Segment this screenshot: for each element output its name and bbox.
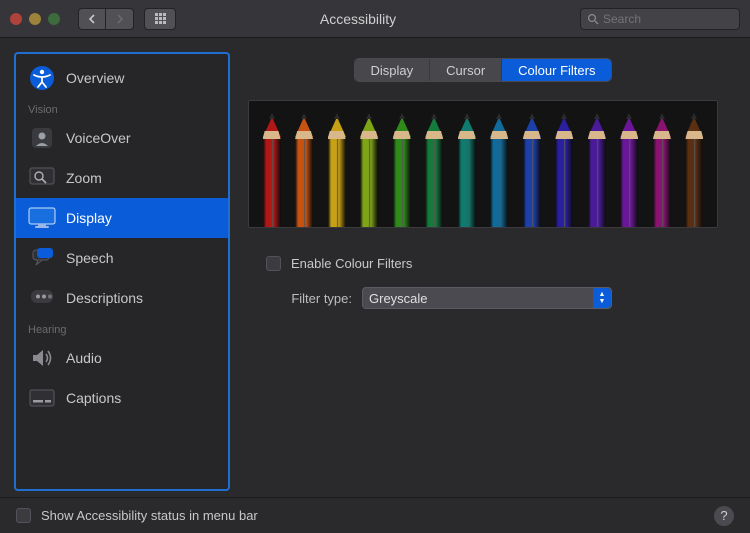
search-input[interactable] bbox=[603, 12, 733, 26]
sidebar-item-label: Display bbox=[66, 210, 112, 226]
sidebar-item-captions[interactable]: Captions bbox=[16, 378, 228, 418]
main-panel: Display Cursor Colour Filters Enable Col… bbox=[248, 52, 736, 491]
pencil bbox=[619, 117, 639, 227]
pencil bbox=[587, 117, 607, 227]
select-stepper-icon: ▲▼ bbox=[593, 288, 611, 308]
sidebar-item-label: Zoom bbox=[66, 170, 102, 186]
filter-type-row: Filter type: Greyscale ▲▼ bbox=[266, 287, 718, 309]
show-status-label: Show Accessibility status in menu bar bbox=[41, 508, 258, 523]
pencil bbox=[359, 117, 379, 227]
enable-row: Enable Colour Filters bbox=[266, 256, 718, 271]
pencil bbox=[684, 117, 704, 227]
sidebar-item-label: Captions bbox=[66, 390, 121, 406]
sidebar-item-label: VoiceOver bbox=[66, 130, 131, 146]
tab-cursor[interactable]: Cursor bbox=[430, 59, 502, 81]
show-status-checkbox[interactable] bbox=[16, 508, 31, 523]
pencil bbox=[554, 117, 574, 227]
minimize-button[interactable] bbox=[29, 13, 41, 25]
accessibility-icon bbox=[28, 64, 56, 92]
sidebar-item-overview[interactable]: Overview bbox=[16, 58, 228, 98]
sidebar-item-label: Audio bbox=[66, 350, 102, 366]
sidebar-item-label: Descriptions bbox=[66, 290, 143, 306]
sidebar: Overview Vision VoiceOver Zoom Displa bbox=[14, 52, 230, 491]
sidebar-item-label: Overview bbox=[66, 70, 124, 86]
filter-type-value: Greyscale bbox=[369, 291, 428, 306]
captions-icon bbox=[28, 384, 56, 412]
back-button[interactable] bbox=[78, 8, 106, 30]
filter-type-label: Filter type: bbox=[266, 291, 352, 306]
show-all-button[interactable] bbox=[144, 8, 176, 30]
sidebar-item-voiceover[interactable]: VoiceOver bbox=[16, 118, 228, 158]
pencil bbox=[522, 117, 542, 227]
search-field[interactable] bbox=[580, 8, 740, 30]
pencil bbox=[457, 117, 477, 227]
grid-icon bbox=[155, 13, 166, 24]
colour-preview bbox=[248, 100, 718, 228]
sidebar-item-audio[interactable]: Audio bbox=[16, 338, 228, 378]
pencil bbox=[392, 117, 412, 227]
sidebar-item-zoom[interactable]: Zoom bbox=[16, 158, 228, 198]
sidebar-item-speech[interactable]: Speech bbox=[16, 238, 228, 278]
tab-display[interactable]: Display bbox=[355, 59, 431, 81]
sidebar-item-label: Speech bbox=[66, 250, 113, 266]
pencil bbox=[294, 117, 314, 227]
search-icon bbox=[587, 13, 599, 25]
sidebar-section-hearing: Hearing bbox=[16, 318, 228, 338]
close-button[interactable] bbox=[10, 13, 22, 25]
enable-colour-filters-checkbox[interactable] bbox=[266, 256, 281, 271]
sidebar-section-vision: Vision bbox=[16, 98, 228, 118]
pencil bbox=[262, 117, 282, 227]
footer: Show Accessibility status in menu bar ? bbox=[0, 497, 750, 533]
help-button[interactable]: ? bbox=[714, 506, 734, 526]
enable-colour-filters-label: Enable Colour Filters bbox=[291, 256, 412, 271]
zoom-icon bbox=[28, 164, 56, 192]
sidebar-item-display[interactable]: Display bbox=[16, 198, 228, 238]
filter-type-select[interactable]: Greyscale ▲▼ bbox=[362, 287, 612, 309]
forward-button[interactable] bbox=[106, 8, 134, 30]
window-controls bbox=[10, 13, 60, 25]
sidebar-item-descriptions[interactable]: Descriptions bbox=[16, 278, 228, 318]
window-title: Accessibility bbox=[186, 11, 570, 27]
pencil bbox=[424, 117, 444, 227]
audio-icon bbox=[28, 344, 56, 372]
nav-buttons bbox=[78, 8, 134, 30]
speech-icon bbox=[28, 244, 56, 272]
titlebar: Accessibility bbox=[0, 0, 750, 38]
zoom-button[interactable] bbox=[48, 13, 60, 25]
tab-colour-filters[interactable]: Colour Filters bbox=[502, 59, 611, 81]
descriptions-icon bbox=[28, 284, 56, 312]
pencil bbox=[652, 117, 672, 227]
pencil bbox=[489, 117, 509, 227]
display-icon bbox=[28, 204, 56, 232]
voiceover-icon bbox=[28, 124, 56, 152]
tab-bar: Display Cursor Colour Filters bbox=[354, 58, 613, 82]
pencil bbox=[327, 117, 347, 227]
